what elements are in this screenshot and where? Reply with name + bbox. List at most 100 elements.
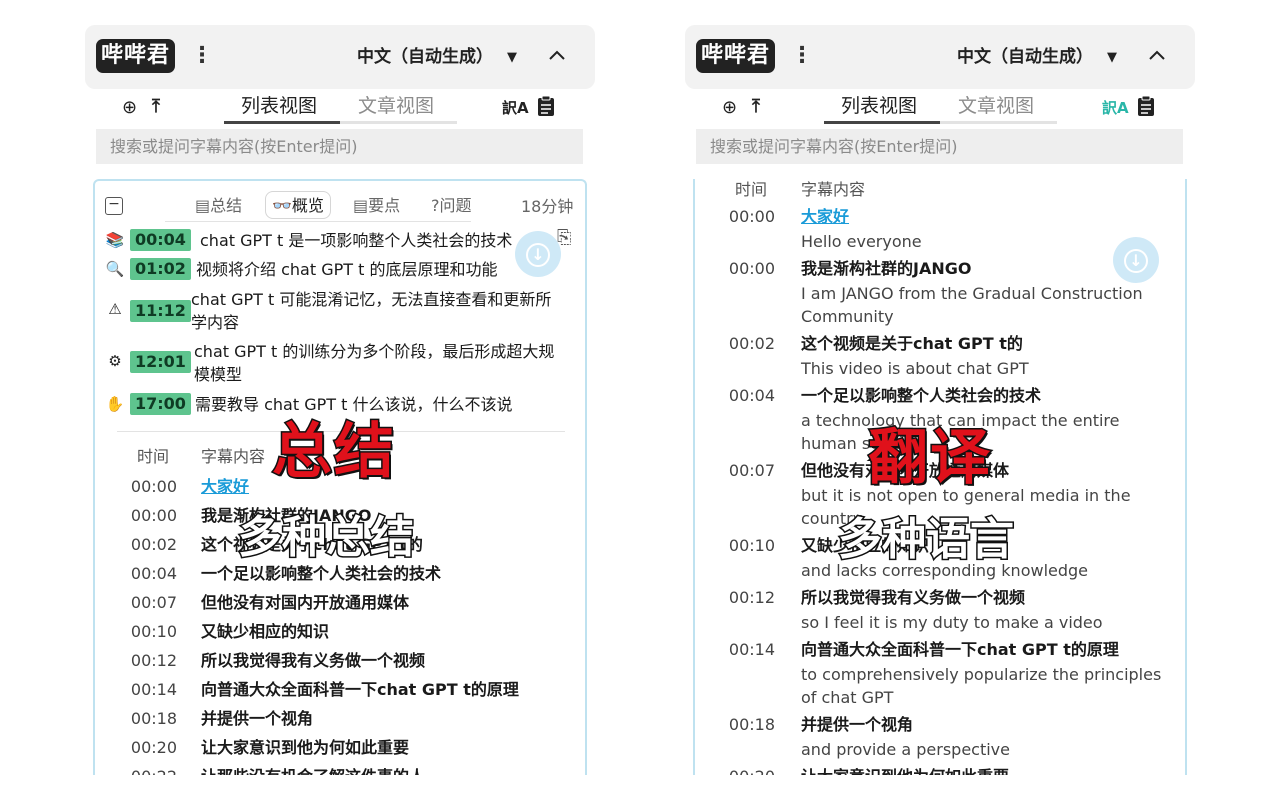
collapse-button[interactable]	[547, 41, 567, 69]
chevron-down-icon[interactable]: ▼	[507, 46, 517, 70]
overlay-subtitle: 多种总结	[237, 511, 416, 564]
overlay-subtitle: 多种语言	[837, 513, 1016, 566]
language-select[interactable]: 中文（自动生成）	[357, 45, 493, 69]
subtitle-time[interactable]: 00:07	[125, 591, 177, 615]
more-menu-icon[interactable]: ⋮	[791, 43, 813, 69]
subtitle-row[interactable]: 00:20 让大家意识到他为何如此重要	[95, 736, 585, 760]
clipboard-svg	[538, 95, 554, 116]
translation-text: I am JANGO from the Gradual Construction	[801, 284, 1143, 303]
subtitle-row[interactable]: 00:04 一个足以影响整个人类社会的技术	[95, 562, 585, 586]
summary-tab-underline	[165, 221, 471, 222]
search-input[interactable]	[96, 129, 583, 164]
translation-text: of chat GPT	[801, 688, 894, 707]
subtitle-time[interactable]: 00:10	[125, 620, 177, 644]
tab-list-view[interactable]: 列表视图	[241, 94, 317, 118]
translation-text: so I feel it is my duty to make a video	[801, 613, 1103, 632]
translation-text: to comprehensively popularize the princi…	[801, 665, 1162, 684]
key-point-text: chat GPT t 可能混淆记忆，无法直接查看和更新所学内容	[191, 290, 552, 332]
translation-text: and provide a perspective	[801, 740, 1010, 759]
subtitle-time[interactable]: 00:00	[723, 205, 775, 229]
subtitle-text: 但他没有对国内开放通用媒体	[201, 593, 410, 612]
tab-questions[interactable]: ?问题	[431, 192, 472, 220]
column-header-time: 时间	[735, 180, 768, 199]
clipboard-icon[interactable]	[1137, 95, 1155, 122]
search-input[interactable]	[696, 129, 1183, 164]
logo: 哔哔君	[96, 39, 176, 73]
tab-active-indicator	[224, 121, 340, 124]
subtitle-text: 又缺少相应的知识	[201, 622, 330, 641]
subtitle-time[interactable]: 00:20	[723, 765, 775, 775]
tab-summary[interactable]: ▤总结	[195, 192, 242, 220]
gear-icon: ⚙	[108, 352, 122, 370]
magnifier-icon: 🔍	[105, 260, 125, 278]
subtitle-time[interactable]: 00:00	[723, 257, 775, 281]
tab-article-view[interactable]: 文章视图	[958, 94, 1034, 118]
subtitle-time[interactable]: 00:10	[723, 534, 775, 558]
locate-icon[interactable]: ⊕	[722, 97, 737, 119]
chevron-down-icon[interactable]: ▼	[1107, 46, 1117, 70]
subtitle-row[interactable]: 00:18 并提供一个视角	[95, 707, 585, 731]
column-header-content: 字幕内容	[201, 447, 266, 466]
subtitle-text: 我是渐构社群的JANGO	[801, 259, 972, 278]
timestamp-badge[interactable]: 01:02	[130, 258, 191, 280]
scroll-top-icon[interactable]: ⤒	[752, 96, 760, 118]
subtitle-time[interactable]: 00:18	[125, 707, 177, 731]
subtitle-time[interactable]: 00:04	[125, 562, 177, 586]
subtitle-text: 所以我觉得我有义务做一个视频	[201, 651, 426, 670]
logo: 哔哔君	[696, 39, 776, 73]
subtitle-time[interactable]: 00:14	[125, 678, 177, 702]
tab-overview[interactable]: 👓概览	[265, 191, 331, 219]
scroll-top-icon[interactable]: ⤒	[152, 96, 160, 118]
overlay-title: 翻译	[867, 423, 992, 493]
subtitle-time[interactable]: 00:22	[125, 765, 177, 775]
language-select[interactable]: 中文（自动生成）	[957, 45, 1093, 69]
clipboard-icon[interactable]	[537, 95, 555, 122]
subtitle-text: 一个足以影响整个人类社会的技术	[801, 386, 1042, 405]
subtitle-time[interactable]: 00:14	[723, 638, 775, 662]
clipboard-svg	[1138, 95, 1154, 116]
locate-icon[interactable]: ⊕	[122, 97, 137, 119]
tab-active-indicator	[824, 121, 940, 124]
download-icon[interactable]: ↓	[1113, 237, 1159, 283]
subtitle-time[interactable]: 00:18	[723, 713, 775, 737]
subtitle-text: 大家好	[801, 207, 850, 226]
duration-label: 18分钟	[521, 197, 574, 216]
download-icon[interactable]: ↓	[515, 231, 561, 277]
subtitle-time[interactable]: 00:12	[723, 586, 775, 610]
tab-list-view[interactable]: 列表视图	[841, 94, 917, 118]
timestamp-badge[interactable]: 00:04	[130, 229, 191, 251]
subtitle-text: 大家好	[201, 477, 250, 496]
translate-icon[interactable]: 訳A	[1102, 98, 1129, 118]
collapse-summary-icon[interactable]: −	[105, 197, 123, 215]
timestamp-badge[interactable]: 12:01	[130, 351, 191, 373]
subtitle-time[interactable]: 00:07	[723, 459, 775, 483]
timestamp-badge[interactable]: 11:12	[130, 300, 191, 322]
more-menu-icon[interactable]: ⋮	[191, 43, 213, 69]
warning-icon: ⚠	[108, 300, 122, 318]
subtitle-row[interactable]: 00:22 让那些没有机会了解这件事的人	[95, 765, 585, 775]
tab-key-points[interactable]: ▤要点	[353, 192, 400, 220]
subtitle-row[interactable]: 00:10 又缺少相应的知识	[95, 620, 585, 644]
tab-article-view[interactable]: 文章视图	[358, 94, 434, 118]
subtitle-row[interactable]: 00:14 向普通大众全面科普一下chat GPT t的原理	[95, 678, 585, 702]
column-header-time: 时间	[137, 447, 170, 466]
subtitle-text: 这个视频是关于chat GPT t的	[801, 334, 1023, 353]
timestamp-badge[interactable]: 17:00	[130, 393, 191, 415]
subtitle-text: 让大家意识到他为何如此重要	[201, 738, 410, 757]
hand-icon: ✋	[105, 395, 125, 413]
subtitle-time[interactable]: 00:04	[723, 384, 775, 408]
collapse-button[interactable]	[1147, 41, 1167, 69]
subtitle-row[interactable]: 00:07 但他没有对国内开放通用媒体	[95, 591, 585, 615]
subtitle-time[interactable]: 00:00	[125, 475, 177, 499]
top-bar: 哔哔君 ⋮ 中文（自动生成） ▼	[685, 25, 1195, 89]
subtitle-row[interactable]: 00:12 所以我觉得我有义务做一个视频	[95, 649, 585, 673]
subtitle-time[interactable]: 00:02	[125, 533, 177, 557]
subtitle-time[interactable]: 00:20	[125, 736, 177, 760]
subtitle-time[interactable]: 00:00	[125, 504, 177, 528]
subtitle-text: 让那些没有机会了解这件事的人	[201, 765, 425, 775]
translate-icon[interactable]: 訳A	[502, 98, 529, 118]
subtitle-time[interactable]: 00:12	[125, 649, 177, 673]
translation-text: Hello everyone	[801, 232, 922, 251]
subtitle-text: 一个足以影响整个人类社会的技术	[201, 564, 442, 583]
subtitle-time[interactable]: 00:02	[723, 332, 775, 356]
